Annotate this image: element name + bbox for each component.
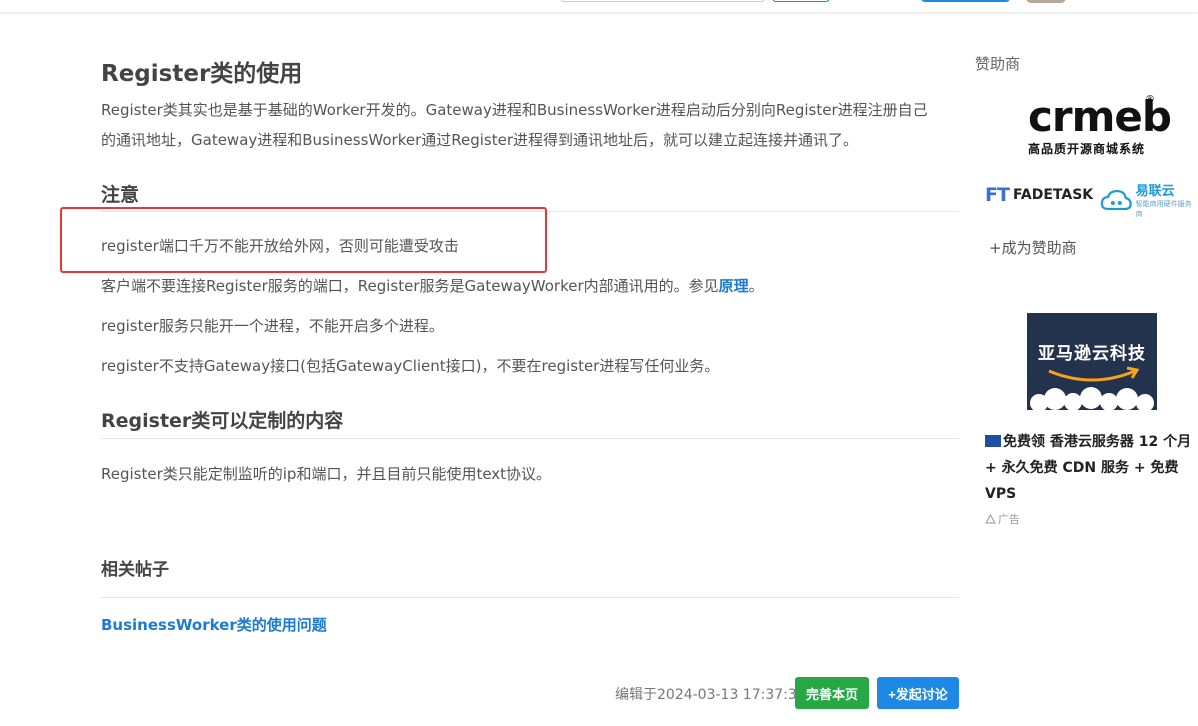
sponsors-heading: 赞助商 bbox=[975, 55, 1021, 73]
notice-item-text: 客户端不要连接Register服务的端口，Register服务是GatewayW… bbox=[101, 277, 719, 295]
fadetask-mark: FT bbox=[985, 184, 1010, 206]
crmeb-wordmark: crmeb bbox=[1028, 92, 1172, 141]
fadetask-logo[interactable]: FT FADETASK bbox=[985, 184, 1093, 206]
ad-icon bbox=[985, 514, 996, 524]
intro-line-1: Register类其实也是基于基础的Worker开发的。Gateway进程和Bu… bbox=[101, 101, 928, 119]
notice-item-suffix: 。 bbox=[748, 277, 764, 295]
principle-link[interactable]: 原理 bbox=[719, 277, 749, 295]
ad-label-text: 广告 bbox=[998, 513, 1020, 526]
crmeb-logo[interactable]: crmeb ® 高品质开源商城系统 bbox=[1028, 92, 1172, 158]
ad-image[interactable]: 亚马逊云科技 bbox=[1027, 313, 1157, 410]
avatar[interactable] bbox=[1026, 0, 1066, 3]
divider bbox=[101, 438, 959, 439]
registered-mark: ® bbox=[1145, 94, 1155, 105]
notice-item: 客户端不要连接Register服务的端口，Register服务是GatewayW… bbox=[101, 271, 764, 301]
start-discussion-button[interactable]: +发起讨论 bbox=[877, 677, 959, 709]
related-post-link[interactable]: BusinessWorker类的使用问题 bbox=[101, 610, 327, 640]
related-heading: 相关帖子 bbox=[101, 560, 169, 580]
improve-page-button[interactable]: 完善本页 bbox=[795, 677, 869, 709]
smile-arrow-icon bbox=[1030, 366, 1154, 410]
ad-text-content: 免费领 香港云服务器 12 个月 + 永久免费 CDN 服务 + 免费 VPS bbox=[985, 434, 1192, 502]
custom-paragraph: Register类只能定制监听的ip和端口，并且目前只能使用text协议。 bbox=[101, 465, 552, 483]
notice-item: register服务只能开一个进程，不能开启多个进程。 bbox=[101, 317, 444, 335]
edited-timestamp: 编辑于2024-03-13 17:37:33 bbox=[615, 687, 806, 703]
intro-paragraph: Register类其实也是基于基础的Worker开发的。Gateway进程和Bu… bbox=[101, 95, 928, 155]
crmeb-tagline: 高品质开源商城系统 bbox=[1028, 142, 1146, 156]
cloud-icon bbox=[1100, 189, 1132, 210]
page-title: Register类的使用 bbox=[101, 61, 303, 87]
search-button[interactable] bbox=[772, 0, 830, 2]
ad-label: 广告 bbox=[985, 511, 1020, 527]
notice-item: register不支持Gateway接口(包括GatewayClient接口)，… bbox=[101, 357, 720, 375]
yilian-logo[interactable]: 易联云 智能商用硬件服务商 bbox=[1100, 180, 1198, 219]
primary-nav-button[interactable] bbox=[921, 0, 1010, 2]
custom-heading: Register类可以定制的内容 bbox=[101, 410, 344, 432]
yilian-subtitle: 智能商用硬件服务商 bbox=[1135, 200, 1192, 218]
become-sponsor-link[interactable]: +成为赞助商 bbox=[989, 237, 1077, 258]
search-input[interactable] bbox=[560, 0, 765, 2]
fadetask-name: FADETASK bbox=[1012, 187, 1094, 203]
notice-item: register端口千万不能开放给外网，否则可能遭受攻击 bbox=[101, 237, 459, 255]
divider bbox=[101, 597, 959, 598]
flag-icon bbox=[985, 435, 1001, 447]
notice-heading: 注意 bbox=[101, 184, 140, 206]
ad-text[interactable]: 免费领 香港云服务器 12 个月 + 永久免费 CDN 服务 + 免费 VPS bbox=[985, 429, 1193, 507]
intro-line-2: 的通讯地址，Gateway进程和BusinessWorker通过Register… bbox=[101, 131, 859, 149]
yilian-name: 易联云 bbox=[1135, 184, 1175, 199]
